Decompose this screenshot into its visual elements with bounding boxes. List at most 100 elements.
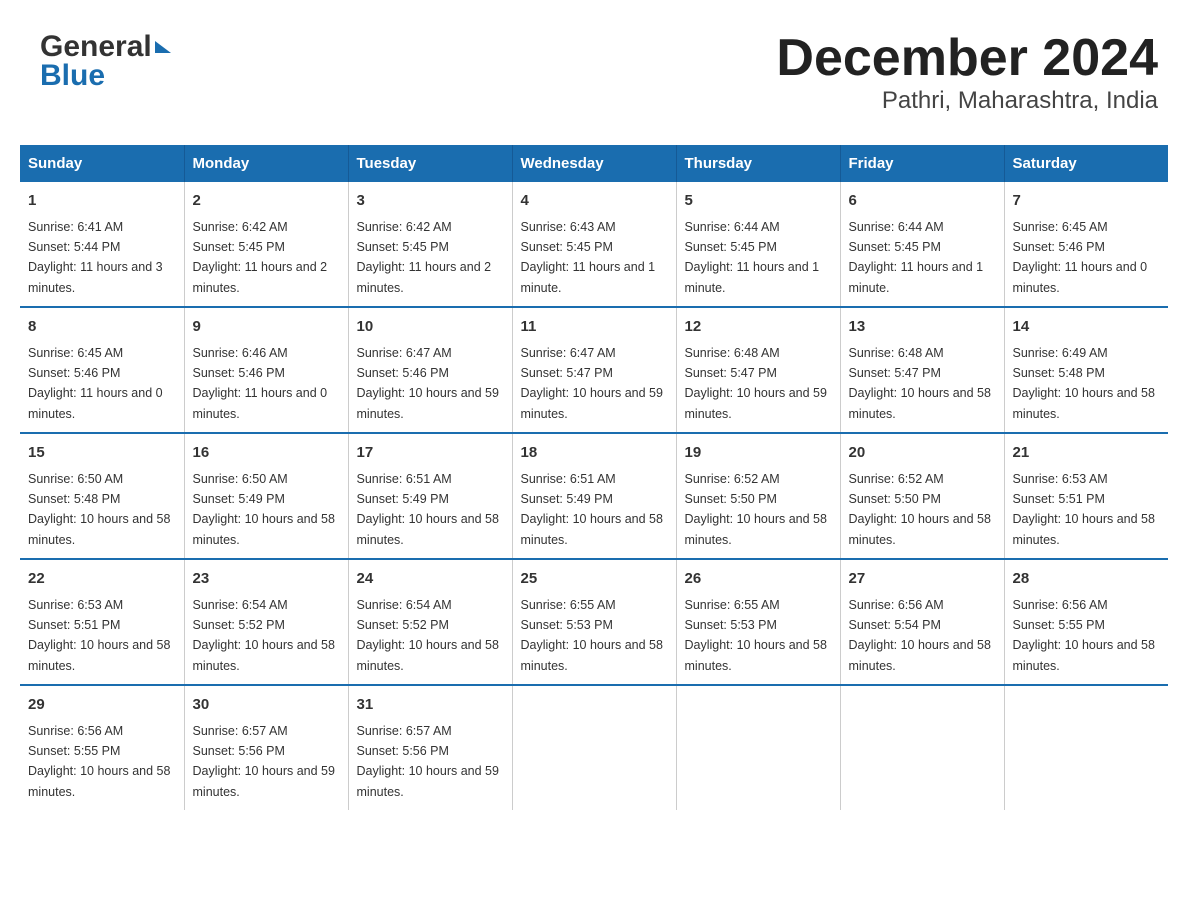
- calendar-day-cell: 19 Sunrise: 6:52 AMSunset: 5:50 PMDaylig…: [676, 433, 840, 559]
- day-number: 28: [1013, 568, 1161, 591]
- day-info: Sunrise: 6:52 AMSunset: 5:50 PMDaylight:…: [685, 472, 827, 547]
- calendar-day-cell: 8 Sunrise: 6:45 AMSunset: 5:46 PMDayligh…: [20, 307, 184, 433]
- calendar-day-cell: [1004, 685, 1168, 810]
- calendar-day-cell: 16 Sunrise: 6:50 AMSunset: 5:49 PMDaylig…: [184, 433, 348, 559]
- calendar-day-cell: 21 Sunrise: 6:53 AMSunset: 5:51 PMDaylig…: [1004, 433, 1168, 559]
- day-number: 27: [849, 568, 996, 591]
- calendar-day-cell: 15 Sunrise: 6:50 AMSunset: 5:48 PMDaylig…: [20, 433, 184, 559]
- day-info: Sunrise: 6:47 AMSunset: 5:47 PMDaylight:…: [521, 346, 663, 421]
- day-number: 21: [1013, 442, 1161, 465]
- day-info: Sunrise: 6:51 AMSunset: 5:49 PMDaylight:…: [357, 472, 499, 547]
- day-number: 19: [685, 442, 832, 465]
- calendar-day-cell: 13 Sunrise: 6:48 AMSunset: 5:47 PMDaylig…: [840, 307, 1004, 433]
- day-info: Sunrise: 6:54 AMSunset: 5:52 PMDaylight:…: [193, 598, 335, 673]
- calendar-week-row: 15 Sunrise: 6:50 AMSunset: 5:48 PMDaylig…: [20, 433, 1168, 559]
- day-number: 22: [28, 568, 176, 591]
- day-info: Sunrise: 6:43 AMSunset: 5:45 PMDaylight:…: [521, 220, 656, 295]
- logo-blue-text: Blue: [40, 59, 105, 93]
- day-info: Sunrise: 6:52 AMSunset: 5:50 PMDaylight:…: [849, 472, 991, 547]
- calendar-day-cell: 22 Sunrise: 6:53 AMSunset: 5:51 PMDaylig…: [20, 559, 184, 685]
- day-info: Sunrise: 6:44 AMSunset: 5:45 PMDaylight:…: [685, 220, 820, 295]
- calendar-day-cell: 25 Sunrise: 6:55 AMSunset: 5:53 PMDaylig…: [512, 559, 676, 685]
- day-number: 31: [357, 694, 504, 717]
- day-info: Sunrise: 6:45 AMSunset: 5:46 PMDaylight:…: [1013, 220, 1148, 295]
- header-wednesday: Wednesday: [512, 145, 676, 182]
- calendar-table: Sunday Monday Tuesday Wednesday Thursday…: [20, 145, 1168, 810]
- day-info: Sunrise: 6:57 AMSunset: 5:56 PMDaylight:…: [357, 724, 499, 799]
- day-number: 8: [28, 316, 176, 339]
- day-number: 10: [357, 316, 504, 339]
- calendar-day-cell: 24 Sunrise: 6:54 AMSunset: 5:52 PMDaylig…: [348, 559, 512, 685]
- calendar-day-cell: 18 Sunrise: 6:51 AMSunset: 5:49 PMDaylig…: [512, 433, 676, 559]
- day-number: 7: [1013, 190, 1161, 213]
- calendar-day-cell: 2 Sunrise: 6:42 AMSunset: 5:45 PMDayligh…: [184, 182, 348, 307]
- calendar-day-cell: 14 Sunrise: 6:49 AMSunset: 5:48 PMDaylig…: [1004, 307, 1168, 433]
- calendar-day-cell: 3 Sunrise: 6:42 AMSunset: 5:45 PMDayligh…: [348, 182, 512, 307]
- logo: General Blue: [40, 30, 171, 93]
- day-number: 23: [193, 568, 340, 591]
- header-tuesday: Tuesday: [348, 145, 512, 182]
- day-number: 12: [685, 316, 832, 339]
- day-number: 18: [521, 442, 668, 465]
- day-info: Sunrise: 6:46 AMSunset: 5:46 PMDaylight:…: [193, 346, 328, 421]
- calendar-header: Sunday Monday Tuesday Wednesday Thursday…: [20, 145, 1168, 182]
- day-info: Sunrise: 6:50 AMSunset: 5:48 PMDaylight:…: [28, 472, 170, 547]
- day-number: 25: [521, 568, 668, 591]
- day-number: 14: [1013, 316, 1161, 339]
- calendar-day-cell: 10 Sunrise: 6:47 AMSunset: 5:46 PMDaylig…: [348, 307, 512, 433]
- day-number: 26: [685, 568, 832, 591]
- header-saturday: Saturday: [1004, 145, 1168, 182]
- day-number: 3: [357, 190, 504, 213]
- day-number: 29: [28, 694, 176, 717]
- calendar-day-cell: 5 Sunrise: 6:44 AMSunset: 5:45 PMDayligh…: [676, 182, 840, 307]
- calendar-day-cell: 11 Sunrise: 6:47 AMSunset: 5:47 PMDaylig…: [512, 307, 676, 433]
- calendar-day-cell: [676, 685, 840, 810]
- day-info: Sunrise: 6:42 AMSunset: 5:45 PMDaylight:…: [193, 220, 328, 295]
- calendar-day-cell: 12 Sunrise: 6:48 AMSunset: 5:47 PMDaylig…: [676, 307, 840, 433]
- day-info: Sunrise: 6:56 AMSunset: 5:55 PMDaylight:…: [1013, 598, 1155, 673]
- day-info: Sunrise: 6:50 AMSunset: 5:49 PMDaylight:…: [193, 472, 335, 547]
- day-info: Sunrise: 6:42 AMSunset: 5:45 PMDaylight:…: [357, 220, 492, 295]
- calendar-week-row: 29 Sunrise: 6:56 AMSunset: 5:55 PMDaylig…: [20, 685, 1168, 810]
- day-number: 17: [357, 442, 504, 465]
- logo-arrow-icon: [155, 41, 171, 53]
- calendar-title-block: December 2024 Pathri, Maharashtra, India: [776, 30, 1158, 115]
- calendar-body: 1 Sunrise: 6:41 AMSunset: 5:44 PMDayligh…: [20, 182, 1168, 810]
- calendar-day-cell: 26 Sunrise: 6:55 AMSunset: 5:53 PMDaylig…: [676, 559, 840, 685]
- calendar-day-cell: 23 Sunrise: 6:54 AMSunset: 5:52 PMDaylig…: [184, 559, 348, 685]
- day-info: Sunrise: 6:55 AMSunset: 5:53 PMDaylight:…: [521, 598, 663, 673]
- day-info: Sunrise: 6:49 AMSunset: 5:48 PMDaylight:…: [1013, 346, 1155, 421]
- calendar-title: December 2024: [776, 30, 1158, 87]
- day-number: 2: [193, 190, 340, 213]
- calendar-day-cell: 31 Sunrise: 6:57 AMSunset: 5:56 PMDaylig…: [348, 685, 512, 810]
- day-info: Sunrise: 6:44 AMSunset: 5:45 PMDaylight:…: [849, 220, 984, 295]
- weekday-header-row: Sunday Monday Tuesday Wednesday Thursday…: [20, 145, 1168, 182]
- header-monday: Monday: [184, 145, 348, 182]
- day-number: 16: [193, 442, 340, 465]
- day-number: 11: [521, 316, 668, 339]
- day-number: 4: [521, 190, 668, 213]
- day-info: Sunrise: 6:47 AMSunset: 5:46 PMDaylight:…: [357, 346, 499, 421]
- day-number: 6: [849, 190, 996, 213]
- day-number: 30: [193, 694, 340, 717]
- day-info: Sunrise: 6:55 AMSunset: 5:53 PMDaylight:…: [685, 598, 827, 673]
- calendar-day-cell: 29 Sunrise: 6:56 AMSunset: 5:55 PMDaylig…: [20, 685, 184, 810]
- calendar-day-cell: [840, 685, 1004, 810]
- day-info: Sunrise: 6:56 AMSunset: 5:54 PMDaylight:…: [849, 598, 991, 673]
- calendar-day-cell: 27 Sunrise: 6:56 AMSunset: 5:54 PMDaylig…: [840, 559, 1004, 685]
- calendar-day-cell: 30 Sunrise: 6:57 AMSunset: 5:56 PMDaylig…: [184, 685, 348, 810]
- calendar-day-cell: 1 Sunrise: 6:41 AMSunset: 5:44 PMDayligh…: [20, 182, 184, 307]
- day-info: Sunrise: 6:57 AMSunset: 5:56 PMDaylight:…: [193, 724, 335, 799]
- day-number: 13: [849, 316, 996, 339]
- calendar-day-cell: 17 Sunrise: 6:51 AMSunset: 5:49 PMDaylig…: [348, 433, 512, 559]
- page-header: General Blue December 2024 Pathri, Mahar…: [20, 20, 1168, 125]
- day-info: Sunrise: 6:53 AMSunset: 5:51 PMDaylight:…: [1013, 472, 1155, 547]
- calendar-week-row: 8 Sunrise: 6:45 AMSunset: 5:46 PMDayligh…: [20, 307, 1168, 433]
- day-number: 9: [193, 316, 340, 339]
- day-number: 5: [685, 190, 832, 213]
- calendar-day-cell: 6 Sunrise: 6:44 AMSunset: 5:45 PMDayligh…: [840, 182, 1004, 307]
- day-number: 15: [28, 442, 176, 465]
- calendar-week-row: 22 Sunrise: 6:53 AMSunset: 5:51 PMDaylig…: [20, 559, 1168, 685]
- day-info: Sunrise: 6:48 AMSunset: 5:47 PMDaylight:…: [685, 346, 827, 421]
- day-info: Sunrise: 6:51 AMSunset: 5:49 PMDaylight:…: [521, 472, 663, 547]
